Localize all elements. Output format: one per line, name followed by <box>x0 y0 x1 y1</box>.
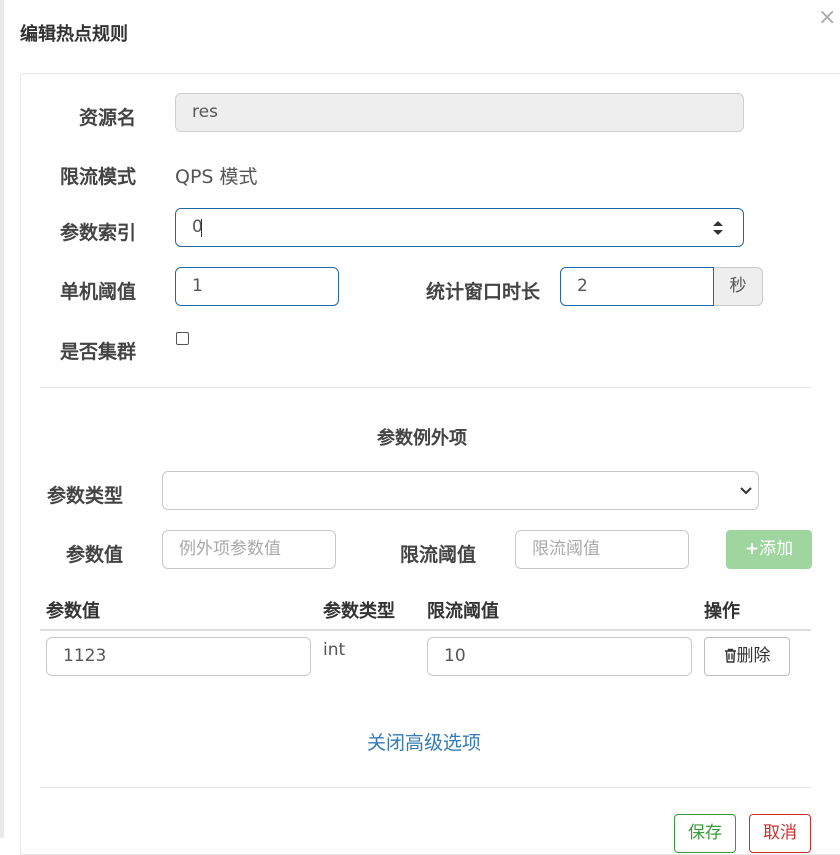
table-header-divider <box>40 629 811 631</box>
col-limit: 限流阈值 <box>427 601 499 622</box>
resource-input: res <box>175 93 744 132</box>
param-type-label: 参数类型 <box>47 485 124 507</box>
dialog-title: 编辑热点规则 <box>20 24 128 45</box>
window-label: 统计窗口时长 <box>426 281 541 303</box>
window-unit: 秒 <box>714 267 763 306</box>
cluster-label: 是否集群 <box>60 341 137 363</box>
delete-button-label: 删除 <box>736 646 771 666</box>
cancel-button[interactable]: 取消 <box>749 814 811 853</box>
text-caret <box>201 219 202 237</box>
footer-divider <box>40 787 811 788</box>
row-limit-input[interactable]: 10 <box>427 637 692 676</box>
resource-label: 资源名 <box>79 107 137 129</box>
window-input[interactable]: 2 <box>560 267 714 306</box>
col-type: 参数类型 <box>323 601 395 622</box>
param-value-input[interactable]: 例外项参数值 <box>162 530 336 569</box>
param-type-select[interactable] <box>162 471 759 510</box>
exceptions-title: 参数例外项 <box>377 428 467 449</box>
chevron-down-icon <box>740 487 752 495</box>
divider <box>40 387 811 388</box>
threshold-input[interactable]: 1 <box>175 267 339 306</box>
limit-input[interactable]: 限流阈值 <box>515 530 689 569</box>
close-icon[interactable]: × <box>818 6 836 30</box>
param-value-label: 参数值 <box>66 544 124 566</box>
limit-label: 限流阈值 <box>400 544 477 566</box>
backdrop-edge <box>0 0 4 838</box>
delete-button[interactable]: 删除 <box>704 637 790 676</box>
mode-label: 限流模式 <box>60 166 137 188</box>
cluster-checkbox[interactable] <box>176 332 189 345</box>
mode-value: QPS 模式 <box>175 166 258 188</box>
trash-icon <box>724 648 736 663</box>
add-button-label: 添加 <box>759 539 794 559</box>
threshold-label: 单机阈值 <box>60 281 137 303</box>
param-index-label: 参数索引 <box>60 222 137 244</box>
param-index-input[interactable]: 0 <box>175 208 744 247</box>
add-button[interactable]: +添加 <box>726 530 812 569</box>
col-action: 操作 <box>704 601 740 622</box>
stepper-icon[interactable] <box>711 219 725 237</box>
row-value-input[interactable]: 1123 <box>46 637 311 676</box>
toggle-advanced-link[interactable]: 关闭高级选项 <box>367 728 481 755</box>
plus-icon: + <box>744 539 760 559</box>
save-button[interactable]: 保存 <box>674 814 736 853</box>
col-value: 参数值 <box>46 601 100 622</box>
row-type: int <box>323 640 346 660</box>
